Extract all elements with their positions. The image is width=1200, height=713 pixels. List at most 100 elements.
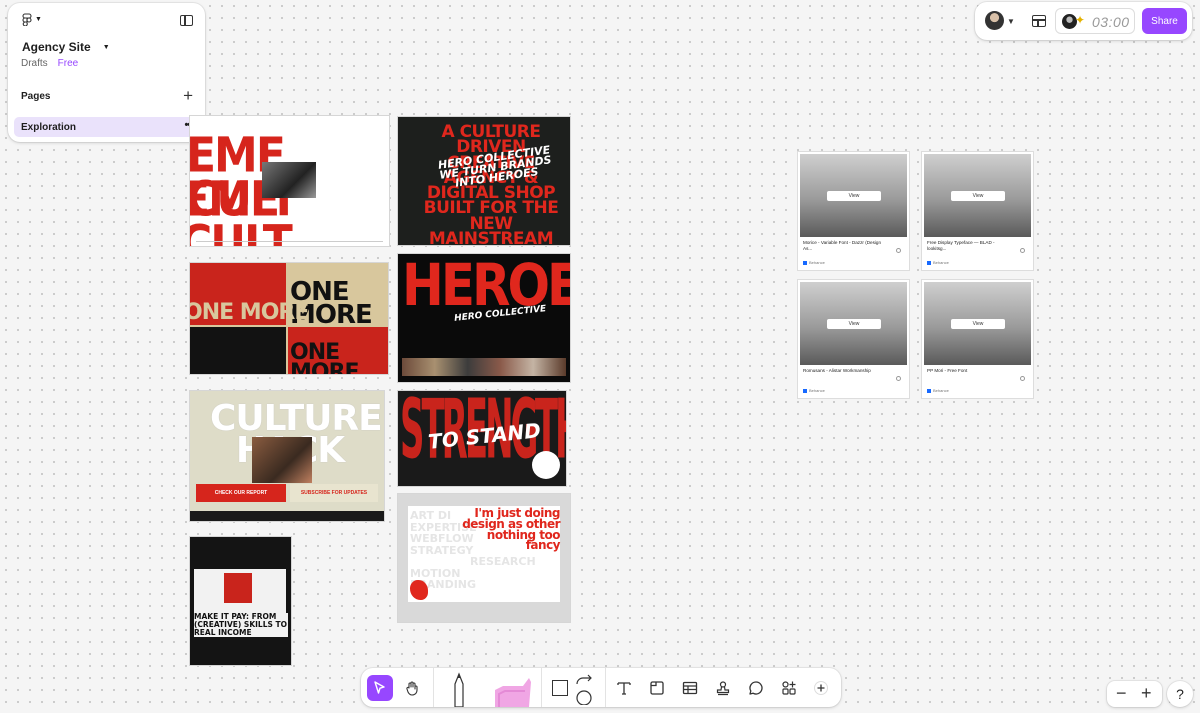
card-title: Free Display Typeface — BLAD - lookitsg.… xyxy=(927,240,995,251)
frame-make-it-pay[interactable]: MAKE IT PAY: FROM (CREATIVE) SKILLS TO R… xyxy=(190,537,291,665)
main-menu-button[interactable]: ▼ xyxy=(22,13,42,26)
poster-headline: MAKE IT PAY: FROM (CREATIVE) SKILLS TO R… xyxy=(194,612,288,637)
behance-icon xyxy=(927,388,931,393)
card-source-label: Behance xyxy=(809,260,825,265)
poster-blob xyxy=(410,580,428,600)
card-thumbnail: View xyxy=(800,282,907,365)
behance-icon xyxy=(803,260,807,265)
pen-tool[interactable] xyxy=(447,672,471,708)
user-avatar[interactable] xyxy=(985,11,1004,30)
info-icon[interactable] xyxy=(896,376,901,381)
file-name-button[interactable]: Agency Site ▼ xyxy=(22,40,110,54)
frame-culture-hack[interactable]: CULTURE HACK CHECK OUR REPORT SUBSCRIBE … xyxy=(190,391,384,521)
share-button[interactable]: Share xyxy=(1142,8,1187,34)
zoom-out-button[interactable]: − xyxy=(1116,683,1127,703)
connector-icon xyxy=(576,674,592,706)
table-tool[interactable] xyxy=(677,675,703,701)
stamp-tool[interactable] xyxy=(710,675,736,701)
section-tool[interactable] xyxy=(644,675,670,701)
cta-primary: CHECK OUR REPORT xyxy=(196,484,286,502)
chevron-down-icon: ▼ xyxy=(102,43,110,51)
marker-tool[interactable] xyxy=(489,676,533,707)
toggle-sidebar-icon[interactable] xyxy=(180,15,193,26)
page-item-label: Exploration xyxy=(21,121,77,133)
frame-heroes[interactable]: HEROES HERO COLLECTIVE xyxy=(398,254,570,382)
pages-heading: Pages xyxy=(21,91,51,102)
stamp-icon xyxy=(716,681,730,696)
more-tool[interactable] xyxy=(808,675,834,701)
widgets-icon xyxy=(782,681,796,695)
view-button[interactable]: View xyxy=(827,319,881,329)
file-location[interactable]: Drafts xyxy=(21,58,48,69)
info-icon[interactable] xyxy=(1020,376,1025,381)
marker-icon xyxy=(495,678,531,707)
card-source: Behance xyxy=(803,260,825,265)
chevron-down-icon[interactable]: ▼ xyxy=(1007,17,1015,26)
card-source-label: Behance xyxy=(933,260,949,265)
help-button[interactable]: ? xyxy=(1167,681,1193,707)
info-icon[interactable] xyxy=(896,248,901,253)
behance-card[interactable]: View Romusans - Alistar Workmanship Beha… xyxy=(798,280,909,398)
file-meta: Drafts Free xyxy=(21,58,78,69)
list-item: RESEARCH xyxy=(470,555,536,569)
move-tool[interactable] xyxy=(367,675,393,701)
poster-hero-art xyxy=(224,573,252,603)
top-right-bar: ▼ ✦ 03:00 Share xyxy=(975,2,1192,40)
sparkle-icon: ✦ xyxy=(1075,13,1086,27)
card-source-label: Behance xyxy=(933,388,949,393)
card-thumbnail: View xyxy=(924,282,1031,365)
cursor-icon xyxy=(374,681,385,694)
card-thumbnail: View xyxy=(924,154,1031,237)
poster-rule xyxy=(196,241,383,242)
card-title: Romusans - Alistar Workmanship xyxy=(803,368,871,373)
frame-culture-driven[interactable]: A CULTURE DRIVEN CREATIVE AGENCY & DIGIT… xyxy=(398,117,570,245)
hand-tool[interactable] xyxy=(399,675,425,701)
poster-block xyxy=(190,327,286,374)
zoom-controls: − + xyxy=(1107,681,1162,707)
bottom-toolbar xyxy=(361,668,841,708)
frame-one-more[interactable]: ONE MORE ONE MORE ONE MORE xyxy=(190,263,388,374)
left-panel: ▼ Agency Site ▼ Drafts Free Pages + Expl… xyxy=(8,3,205,142)
behance-card[interactable]: View PP Mori - Free Font Behance xyxy=(922,280,1033,398)
toolbar-divider xyxy=(541,668,542,707)
card-source-label: Behance xyxy=(809,388,825,393)
toolbar-divider xyxy=(605,668,606,707)
timer-widget[interactable]: ✦ 03:00 xyxy=(1055,8,1135,34)
connector-tool[interactable] xyxy=(573,672,595,706)
table-icon xyxy=(682,681,698,695)
behance-card[interactable]: View Free Display Typeface — BLAD - look… xyxy=(922,152,1033,270)
poster-headline-2: ONE MORE xyxy=(190,300,309,325)
card-source: Behance xyxy=(803,388,825,393)
page-item-exploration[interactable]: Exploration ••• xyxy=(14,117,198,137)
frame-design-other[interactable]: ART DI EXPERTISE WEBFLOW STRATEGY RESEAR… xyxy=(398,494,570,622)
layout-icon[interactable] xyxy=(1032,15,1046,27)
poster-photo xyxy=(262,162,316,198)
frame-strength[interactable]: STRENGTH TO STAND xyxy=(398,391,566,486)
info-icon[interactable] xyxy=(1020,248,1025,253)
text-tool[interactable] xyxy=(611,675,637,701)
view-button[interactable]: View xyxy=(951,191,1005,201)
add-icon xyxy=(814,681,828,695)
poster-headline-3: ONE MORE xyxy=(290,340,360,374)
poster-photo xyxy=(252,437,312,483)
sticker-badge xyxy=(532,451,560,479)
view-button[interactable]: View xyxy=(827,191,881,201)
widgets-tool[interactable] xyxy=(776,675,802,701)
add-page-icon[interactable]: + xyxy=(183,87,193,104)
view-button[interactable]: View xyxy=(951,319,1005,329)
plan-badge[interactable]: Free xyxy=(58,58,79,69)
card-source: Behance xyxy=(927,388,949,393)
comment-icon xyxy=(749,681,763,695)
file-name: Agency Site xyxy=(22,40,91,54)
comment-tool[interactable] xyxy=(743,675,769,701)
cta-secondary: SUBSCRIBE FOR UPDATES xyxy=(290,484,378,502)
behance-card[interactable]: View Morice - Variable Font - Dazzr (Des… xyxy=(798,152,909,270)
shape-tool[interactable] xyxy=(547,675,573,701)
card-source: Behance xyxy=(927,260,949,265)
zoom-in-button[interactable]: + xyxy=(1141,683,1152,703)
frame-extreme-culture[interactable]: EME CULT EME CULT xyxy=(190,116,389,246)
card-thumbnail: View xyxy=(800,154,907,237)
figma-logo-icon xyxy=(22,13,32,26)
poster-footer xyxy=(190,511,384,521)
pen-icon xyxy=(454,672,464,708)
